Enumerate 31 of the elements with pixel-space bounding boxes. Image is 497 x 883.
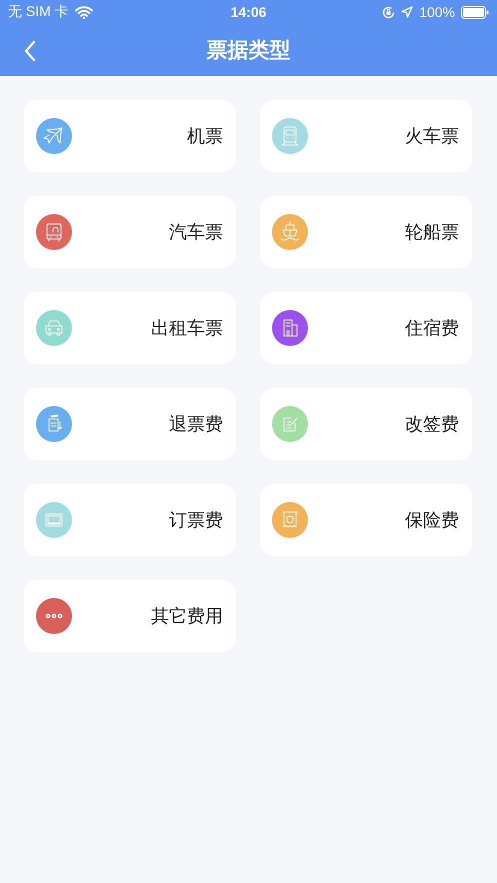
card-label: 火车票 [405,125,459,148]
ticket-type-card[interactable]: 订票费 [24,484,236,556]
rotation-lock-icon [382,6,396,18]
ticket-type-card[interactable]: 汽车票 [24,196,236,268]
back-button[interactable] [22,38,38,64]
ticket-type-card[interactable]: 机票 [24,100,236,172]
card-label: 订票费 [169,509,223,532]
ticket-type-card[interactable]: 住宿费 [260,292,472,364]
card-label: 改签费 [405,413,459,436]
card-label: 保险费 [405,509,459,532]
battery-icon [461,6,489,18]
card-label: 出租车票 [151,317,223,340]
wifi-icon [74,6,93,18]
card-label: 住宿费 [405,317,459,340]
card-label: 机票 [187,125,223,148]
card-label: 退票费 [169,413,223,436]
card-label: 汽车票 [169,221,223,244]
carrier-label: 无 SIM 卡 [8,3,69,21]
ticket-type-card[interactable]: 轮船票 [260,196,472,268]
ticket-type-card[interactable]: 改签费 [260,388,472,460]
ticket-type-card[interactable]: 火车票 [260,100,472,172]
card-label: 轮船票 [405,221,459,244]
location-icon [401,6,414,18]
ticket-type-card[interactable]: 退票费 [24,388,236,460]
page-title: 票据类型 [206,37,290,64]
ticket-type-card[interactable]: 其它费用 [24,580,236,652]
ticket-type-card[interactable]: 出租车票 [24,292,236,364]
battery-percent: 100% [419,4,455,20]
ticket-type-card[interactable]: 保险费 [260,484,472,556]
clock-time: 14:06 [230,4,266,20]
card-label: 其它费用 [151,605,223,628]
